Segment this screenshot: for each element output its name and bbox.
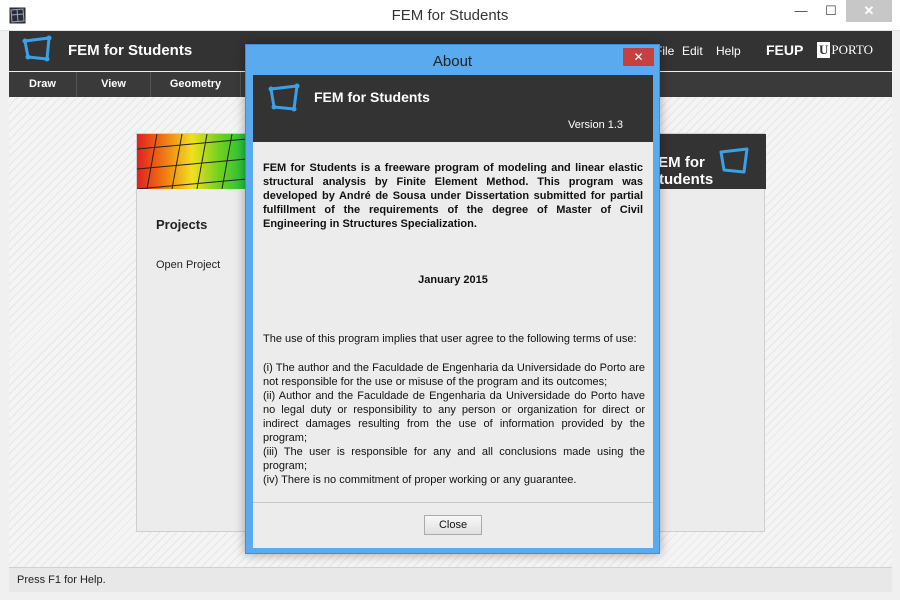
about-description: FEM for Students is a freeware program o…: [263, 162, 643, 230]
window-title: FEM for Students: [391, 7, 509, 24]
mesh-thumbnail-icon: [137, 134, 247, 189]
uporto-text: PORTO: [831, 42, 873, 57]
version-label: Version 1.3: [568, 119, 624, 131]
status-text: Press F1 for Help.: [17, 574, 106, 586]
about-dialog: About ✕ FEM for Students Version 1.3 FEM…: [245, 44, 660, 554]
dialog-header: FEM for Students Version 1.3: [253, 75, 653, 142]
menu-edit[interactable]: Edit: [682, 44, 703, 58]
dialog-close-x-button[interactable]: ✕: [623, 48, 654, 66]
window-titlebar: FEM for Students — ☐ ✕: [0, 0, 900, 31]
terms-intro: The use of this program implies that use…: [263, 333, 637, 345]
menu-help[interactable]: Help: [716, 44, 741, 58]
open-project-link[interactable]: Open Project: [156, 259, 220, 271]
release-date: January 2015: [418, 274, 488, 286]
dialog-title: About: [432, 53, 473, 70]
terms-item: (iv) There is no commitment of proper wo…: [263, 474, 577, 486]
uporto-u: U: [817, 42, 831, 58]
tab-draw[interactable]: Draw: [9, 72, 77, 97]
projects-heading: Projects: [156, 217, 208, 232]
dialog-divider: [253, 502, 653, 503]
maximize-button[interactable]: ☐: [816, 0, 846, 22]
close-button[interactable]: Close: [424, 515, 482, 535]
dialog-body: FEM for Students Version 1.3 FEM for Stu…: [253, 75, 653, 548]
window-close-button[interactable]: ✕: [846, 0, 892, 22]
fem-logo-icon: [268, 83, 300, 112]
dialog-app-name: FEM for Students: [314, 89, 430, 105]
terms-item: (i) The author and the Faculdade de Enge…: [263, 362, 645, 388]
app-name: FEM for Students: [68, 42, 193, 59]
fem-logo-icon: [719, 147, 749, 174]
terms-item: (iii) The user is responsible for any an…: [263, 446, 645, 472]
minimize-button[interactable]: —: [786, 0, 816, 22]
fem-logo-icon: [22, 35, 52, 62]
tab-geometry[interactable]: Geometry: [151, 72, 241, 97]
tab-view[interactable]: View: [77, 72, 151, 97]
feup-logo: FEUP: [766, 42, 804, 58]
uporto-logo: U PORTO: [817, 42, 873, 58]
status-bar: Press F1 for Help.: [9, 567, 892, 592]
terms-item: (ii) Author and the Faculdade de Engenha…: [263, 390, 645, 444]
terms-list: (i) The author and the Faculdade de Enge…: [263, 361, 645, 487]
